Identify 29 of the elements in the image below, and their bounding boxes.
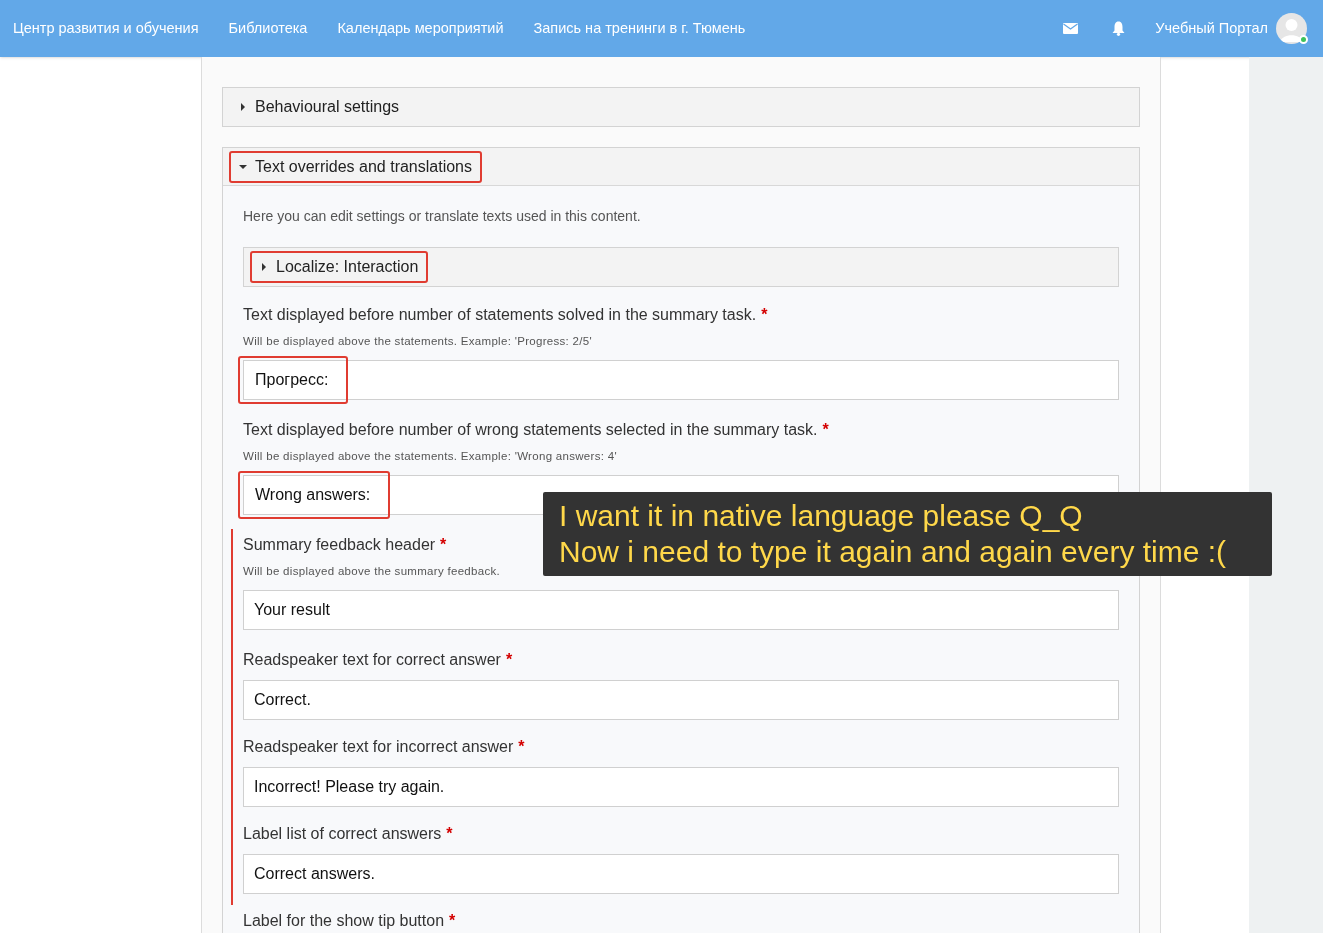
field-help: Will be displayed above the statements. Example: 'Progress: 2/5' (243, 335, 592, 347)
field-label: Summary feedback header (243, 535, 436, 555)
caption-line: I want it in native language please Q_Q (559, 498, 1084, 534)
field-label: Readspeaker text for incorrect answer (243, 737, 514, 757)
section-description: Here you can edit settings or translate texts used in this content. (243, 207, 642, 226)
required-asterisk: * (761, 305, 768, 325)
highlighted-title: Localize: Interaction (250, 251, 429, 283)
field-value: Correct. (253, 690, 311, 710)
field-label: Readspeaker text for correct answer (243, 650, 501, 670)
section-title: Behavioural settings (229, 91, 410, 123)
field-value: Your result (253, 600, 330, 620)
field-help: Will be displayed above the statements. Example: 'Wrong answers: 4' (243, 450, 617, 462)
highlighted-title: Text overrides and translations (229, 150, 482, 183)
required-asterisk: * (505, 650, 513, 670)
field-label: Text displayed before number of statements solved in the summary task. (243, 305, 757, 325)
field-value: Incorrect! Please try again. (253, 777, 445, 797)
highlighted-value: Прогресс: (238, 356, 349, 404)
caption-line: Now i need to type it again and again every time :( (559, 534, 1228, 570)
field-value: Correct answers. (253, 864, 375, 884)
field-help: Will be displayed above the summary feedback. (243, 565, 501, 577)
required-asterisk: * (518, 737, 525, 757)
required-asterisk: * (446, 824, 453, 844)
required-asterisk: * (449, 911, 456, 931)
field-label: Text displayed before number of wrong statements selected in the summary task. (243, 420, 818, 440)
field-label: Label list of correct answers (243, 824, 442, 844)
highlighted-value: Wrong answers: (238, 471, 391, 519)
required-asterisk: * (822, 420, 829, 440)
required-asterisk: * (440, 535, 447, 555)
field-label: Label for the show tip button (243, 911, 445, 931)
